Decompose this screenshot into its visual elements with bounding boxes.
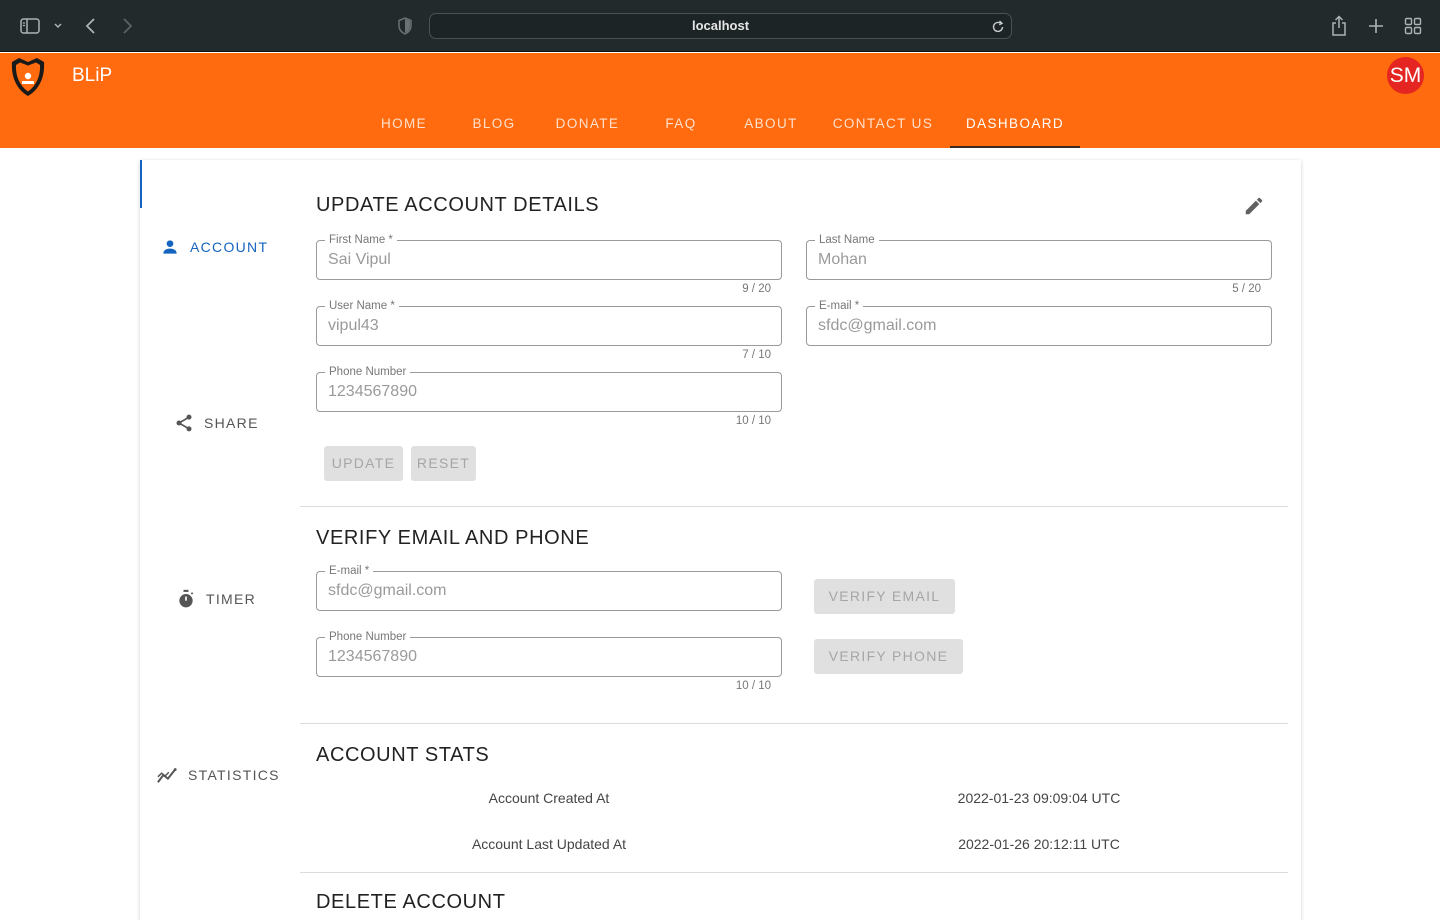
sidebar-item-statistics[interactable]: STATISTICS	[156, 765, 280, 785]
nav-home[interactable]: HOME	[370, 107, 438, 148]
edit-icon[interactable]	[1243, 195, 1265, 222]
nav-contact-us[interactable]: CONTACT US	[823, 107, 943, 148]
statistics-icon	[156, 765, 178, 785]
reload-icon[interactable]	[991, 18, 1005, 42]
sidebar-item-share[interactable]: SHARE	[174, 413, 259, 433]
new-tab-icon[interactable]	[1367, 14, 1385, 38]
verify-phone-button[interactable]: VERIFY PHONE	[814, 639, 963, 674]
account-stats-title: ACCOUNT STATS	[316, 744, 490, 766]
main-nav: HOME BLOG DONATE FAQ ABOUT CONTACT US DA…	[0, 107, 1440, 148]
forward-icon[interactable]	[120, 14, 134, 38]
last-name-field[interactable]: Last Name	[806, 233, 1272, 280]
created-at-value: 2022-01-23 09:09:04 UTC	[957, 790, 1121, 806]
back-icon[interactable]	[84, 14, 98, 38]
timer-icon	[176, 589, 196, 609]
share-nodes-icon	[174, 413, 194, 433]
phone-input[interactable]	[317, 373, 781, 411]
app-header: BLiP SM HOME BLOG DONATE FAQ ABOUT CONTA…	[0, 53, 1440, 148]
first-name-counter: 9 / 20	[742, 283, 771, 295]
email-input[interactable]	[807, 307, 1271, 345]
sidebar-item-label: STATISTICS	[188, 767, 280, 783]
verify-email-input[interactable]	[317, 572, 781, 610]
sidebar-toggle-icon[interactable]	[20, 14, 40, 38]
nav-blog[interactable]: BLOG	[460, 107, 528, 148]
sidebar-item-label: ACCOUNT	[190, 239, 269, 255]
phone-counter: 10 / 10	[735, 415, 771, 427]
update-button[interactable]: UPDATE	[324, 446, 403, 481]
user-name-input[interactable]	[317, 307, 781, 345]
verify-phone-field[interactable]: Phone Number	[316, 630, 782, 677]
url-text: localhost	[691, 18, 750, 33]
shield-icon	[397, 14, 413, 38]
user-name-counter: 7 / 10	[742, 349, 771, 361]
section-divider	[300, 723, 1288, 724]
chevron-down-icon[interactable]	[53, 14, 63, 38]
tab-overview-icon[interactable]	[1404, 14, 1422, 38]
delete-account-title: DELETE ACCOUNT	[316, 891, 506, 913]
sidebar-item-label: TIMER	[206, 591, 257, 607]
verify-phone-counter: 10 / 10	[735, 680, 771, 692]
sidebar-item-account[interactable]: ACCOUNT	[160, 237, 268, 257]
user-name-field[interactable]: User Name *	[316, 299, 782, 346]
nav-faq[interactable]: FAQ	[650, 107, 712, 148]
verify-email-button[interactable]: VERIFY EMAIL	[814, 579, 955, 614]
blip-logo[interactable]	[8, 56, 48, 98]
sidebar-active-indicator	[140, 160, 142, 208]
updated-at-label: Account Last Updated At	[471, 836, 627, 852]
brand-name[interactable]: BLiP	[72, 65, 112, 87]
updated-at-value: 2022-01-26 20:12:11 UTC	[958, 836, 1120, 852]
share-icon[interactable]	[1330, 14, 1348, 38]
verify-email-field[interactable]: E-mail *	[316, 564, 782, 611]
section-divider	[300, 506, 1288, 507]
verify-title: VERIFY EMAIL AND PHONE	[316, 527, 590, 549]
browser-toolbar: localhost	[0, 0, 1440, 52]
sidebar-item-label: SHARE	[204, 415, 259, 431]
last-name-input[interactable]	[807, 241, 1271, 279]
email-field[interactable]: E-mail *	[806, 299, 1272, 346]
user-avatar[interactable]: SM	[1387, 57, 1424, 94]
first-name-input[interactable]	[317, 241, 781, 279]
sidebar-item-timer[interactable]: TIMER	[176, 589, 256, 609]
nav-about[interactable]: ABOUT	[732, 107, 810, 148]
first-name-field[interactable]: First Name *	[316, 233, 782, 280]
update-account-title: UPDATE ACCOUNT DETAILS	[316, 194, 600, 216]
person-icon	[160, 237, 180, 257]
url-bar[interactable]: localhost	[429, 13, 1012, 39]
created-at-label: Account Created At	[488, 790, 610, 806]
nav-donate[interactable]: DONATE	[545, 107, 630, 148]
last-name-counter: 5 / 20	[1232, 283, 1261, 295]
reset-button[interactable]: RESET	[411, 446, 476, 481]
verify-phone-input[interactable]	[317, 638, 781, 676]
nav-dashboard[interactable]: DASHBOARD	[950, 107, 1080, 148]
section-divider	[300, 872, 1288, 873]
phone-field[interactable]: Phone Number	[316, 365, 782, 412]
